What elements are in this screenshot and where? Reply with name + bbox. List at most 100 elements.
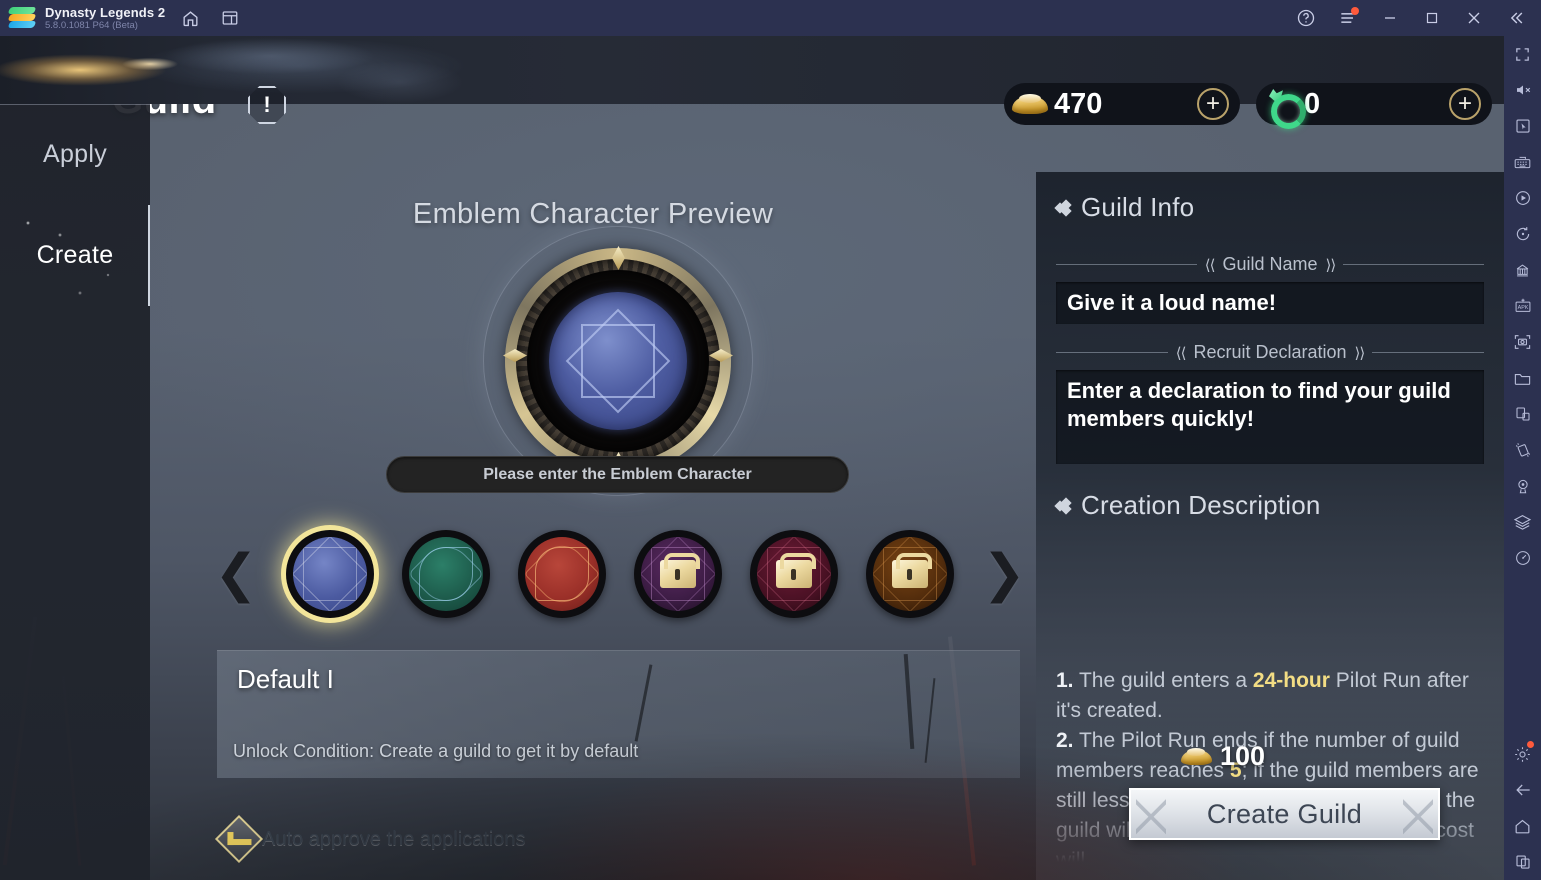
emblem-thumb-art — [641, 537, 715, 611]
guild-info-badge[interactable]: ! — [248, 86, 286, 124]
auto-approve-checkbox[interactable] — [214, 814, 264, 864]
gold-ingot-icon — [1010, 91, 1050, 117]
performance-icon[interactable] — [1504, 540, 1541, 576]
recruit-declaration-value: Enter a declaration to find your guild m… — [1067, 378, 1451, 431]
svg-text:APK: APK — [1517, 305, 1528, 311]
lock-icon — [660, 553, 700, 588]
collapse-icon[interactable] — [1501, 3, 1531, 33]
cursor-icon[interactable] — [1504, 108, 1541, 144]
carousel-prev-button[interactable]: ❮ — [214, 534, 258, 614]
home-icon[interactable] — [175, 3, 205, 33]
emblem-character-input[interactable]: Please enter the Emblem Character — [386, 456, 849, 493]
desc-line1-number: 1. — [1056, 669, 1074, 692]
emblem-core — [549, 292, 687, 430]
screenshot-icon[interactable] — [1504, 324, 1541, 360]
guild-info-panel: Guild Info ⟨⟨ Guild Name ⟩⟩ Give it a lo… — [1036, 172, 1504, 880]
emblem-thumb-art — [525, 537, 599, 611]
tab-create-label: Create — [36, 241, 114, 269]
recruit-declaration-input[interactable]: Enter a declaration to find your guild m… — [1056, 370, 1484, 464]
ornament-left-icon: ⟨⟨ — [1204, 256, 1216, 274]
recruit-declaration-label-row: ⟨⟨ Recruit Declaration ⟩⟩ — [1056, 342, 1484, 363]
window-controls — [1285, 3, 1541, 33]
multi-instance-icon[interactable] — [215, 3, 245, 33]
grass-decor-1 — [634, 664, 653, 742]
menu-icon[interactable] — [1333, 3, 1363, 33]
emblem-option-red[interactable] — [518, 530, 606, 618]
jade-amount: 0 — [1304, 87, 1321, 120]
guild-name-label-row: ⟨⟨ Guild Name ⟩⟩ — [1056, 254, 1485, 275]
guild-name-label: Guild Name — [1222, 254, 1318, 274]
mute-icon[interactable] — [1504, 72, 1541, 108]
add-jade-button[interactable]: + — [1449, 88, 1481, 120]
emblem-unlock-condition: Unlock Condition: Create a guild to get … — [233, 741, 639, 761]
lock-icon — [892, 553, 932, 588]
copy-instance-icon[interactable] — [1504, 396, 1541, 432]
location-icon[interactable] — [1504, 468, 1541, 504]
settings-icon[interactable] — [1504, 736, 1541, 772]
carousel-next-button[interactable]: ❯ — [982, 534, 1026, 614]
layers-icon[interactable] — [1504, 504, 1541, 540]
close-icon[interactable] — [1459, 3, 1489, 33]
emblem-option-purple-locked[interactable] — [634, 530, 722, 618]
keymapping-icon[interactable] — [1504, 144, 1541, 180]
eco-mode-icon[interactable] — [1504, 252, 1541, 288]
emblem-character-placeholder: Please enter the Emblem Character — [483, 465, 752, 483]
help-icon[interactable] — [1291, 3, 1321, 33]
rule-right — [1343, 264, 1485, 265]
currency-gold: 470 + — [1004, 83, 1240, 125]
emblem-thumb-art — [409, 537, 483, 611]
emblem-poly-2 — [409, 537, 483, 611]
app-version: 5.8.0.1081 P64 (Beta) — [45, 19, 138, 31]
game-viewport: Guild ! 470 + 0 + Apply Create Emble — [0, 36, 1504, 880]
fullscreen-icon[interactable] — [1504, 36, 1541, 72]
recents-icon[interactable] — [1504, 844, 1541, 880]
emblem-info-box: Default I Unlock Condition: Create a gui… — [217, 650, 1020, 778]
exclamation-icon: ! — [248, 86, 286, 124]
emblem-option-default-1[interactable] — [286, 530, 374, 618]
macro-record-icon[interactable] — [1504, 180, 1541, 216]
guild-name-input[interactable]: Give it a loud name! — [1056, 282, 1484, 324]
ornament-right-icon: ⟩⟩ — [1325, 256, 1337, 274]
rule-right — [1372, 352, 1484, 353]
maximize-icon[interactable] — [1417, 3, 1447, 33]
sync-operations-icon[interactable] — [1504, 216, 1541, 252]
emblem-option-bronze-locked[interactable] — [866, 530, 954, 618]
add-gold-button[interactable]: + — [1197, 88, 1229, 120]
gold-amount: 470 — [1054, 87, 1103, 120]
tab-create[interactable]: Create — [0, 205, 150, 306]
guild-name-value: Give it a loud name! — [1067, 290, 1277, 315]
bluestacks-logo-icon — [7, 7, 37, 29]
emblem-name: Default I — [237, 664, 334, 694]
rule-left — [1056, 352, 1168, 353]
shake-icon[interactable] — [1504, 432, 1541, 468]
currency-jade: 0 + — [1256, 83, 1492, 129]
guild-info-heading-label: Guild Info — [1081, 192, 1195, 222]
banner-swirl-decor — [150, 36, 550, 104]
create-guild-button[interactable]: Create Guild — [1129, 788, 1440, 840]
home-nav-icon[interactable] — [1504, 808, 1541, 844]
emblem-preview-large — [483, 226, 753, 496]
emblem-option-green[interactable] — [402, 530, 490, 618]
emblem-option-crimson-locked[interactable] — [750, 530, 838, 618]
creation-cost: 100 — [1180, 741, 1265, 772]
jade-icon — [1266, 89, 1306, 129]
check-icon — [227, 832, 252, 846]
emblem-options-list — [286, 526, 954, 622]
grass-decor-2 — [903, 653, 915, 750]
tab-apply[interactable]: Apply — [0, 104, 150, 205]
install-apk-icon[interactable]: APK — [1504, 288, 1541, 324]
emblem-preview-title: Emblem Character Preview — [412, 198, 774, 230]
media-folder-icon[interactable] — [1504, 360, 1541, 396]
settings-notification-dot — [1527, 741, 1534, 748]
create-guild-label: Create Guild — [1206, 798, 1363, 829]
minimize-icon[interactable] — [1375, 3, 1405, 33]
recruit-declaration-label: Recruit Declaration — [1193, 342, 1347, 362]
emblem-thumb-art — [757, 537, 831, 611]
desc-line2-number: 2. — [1056, 729, 1074, 752]
button-ornament-right-icon — [1403, 794, 1433, 838]
back-icon[interactable] — [1504, 772, 1541, 808]
auto-approve-row[interactable]: Auto approve the applications — [214, 814, 526, 864]
auto-approve-label: Auto approve the applications — [262, 827, 526, 850]
tab-apply-label: Apply — [42, 140, 108, 168]
app-info: Dynasty Legends 2 5.8.0.1081 P64 (Beta) — [45, 5, 165, 32]
